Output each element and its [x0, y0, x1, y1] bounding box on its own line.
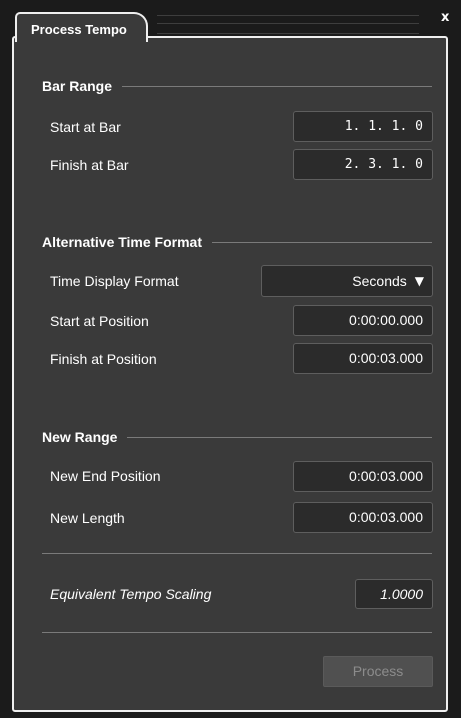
new-end-position-label: New End Position	[50, 468, 161, 484]
section-rule	[212, 241, 432, 243]
new-end-position-field[interactable]: 0:00:03.000	[293, 461, 433, 492]
start-at-position-label: Start at Position	[50, 313, 149, 329]
window-drag-grip[interactable]	[157, 15, 419, 34]
time-display-format-label: Time Display Format	[50, 273, 179, 289]
equivalent-tempo-scaling-field[interactable]: 1.0000	[355, 579, 433, 609]
tab-title: Process Tempo	[31, 22, 127, 37]
time-display-format-select[interactable]: Seconds ▼	[261, 265, 433, 297]
section-rule	[122, 85, 432, 87]
finish-at-position-field[interactable]: 0:00:03.000	[293, 343, 433, 374]
start-at-bar-label: Start at Bar	[50, 119, 121, 135]
section-title: New Range	[42, 429, 118, 445]
section-new-range: New Range	[42, 427, 432, 447]
divider	[42, 553, 432, 554]
finish-at-bar-field[interactable]: 2. 3. 1. 0	[293, 149, 433, 180]
start-at-bar-field[interactable]: 1. 1. 1. 0	[293, 111, 433, 142]
divider	[42, 632, 432, 633]
process-button[interactable]: Process	[323, 656, 433, 687]
start-at-position-field[interactable]: 0:00:00.000	[293, 305, 433, 336]
new-length-field[interactable]: 0:00:03.000	[293, 502, 433, 533]
tab-process-tempo[interactable]: Process Tempo	[15, 12, 148, 42]
section-bar-range: Bar Range	[42, 76, 432, 96]
finish-at-bar-label: Finish at Bar	[50, 157, 129, 173]
new-length-label: New Length	[50, 510, 125, 526]
section-rule	[127, 436, 432, 438]
section-title: Bar Range	[42, 78, 113, 94]
section-alternative-time-format: Alternative Time Format	[42, 232, 432, 252]
section-title: Alternative Time Format	[42, 234, 203, 250]
close-icon[interactable]: x	[441, 10, 449, 25]
chevron-down-icon: ▼	[414, 274, 424, 288]
time-display-format-value: Seconds	[352, 273, 407, 289]
finish-at-position-label: Finish at Position	[50, 351, 157, 367]
equivalent-tempo-scaling-label: Equivalent Tempo Scaling	[50, 586, 212, 602]
